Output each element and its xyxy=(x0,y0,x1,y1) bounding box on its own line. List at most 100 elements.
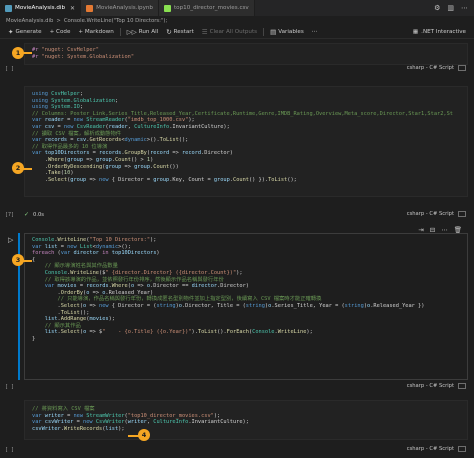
cell-language[interactable]: csharp - C# Script xyxy=(407,65,454,71)
run-cell-icon[interactable]: ▷ xyxy=(8,236,13,244)
code-line[interactable]: var reader = new StreamReader("imdb_top_… xyxy=(32,117,467,124)
code-line[interactable]: foreach (var director in top10Directors) xyxy=(32,250,467,257)
code-line[interactable]: } xyxy=(32,336,467,343)
code-line[interactable]: #r "nuget: System.Globalization" xyxy=(32,54,467,61)
code-line[interactable]: using CsvHelper; xyxy=(32,91,467,98)
code-token: var xyxy=(32,243,45,250)
code-line[interactable]: .Select(group => new { Director = group.… xyxy=(32,177,467,184)
code-line[interactable]: // 取得該導演的作品，並依照發行年份排序，然後顯示作品名稱與發行年份 xyxy=(32,277,467,284)
cell-language[interactable]: csharp - C# Script xyxy=(407,211,454,217)
close-icon[interactable]: ✕ xyxy=(70,5,75,12)
code-token: group xyxy=(134,163,151,170)
code-token: = xyxy=(89,150,99,157)
code-line[interactable]: var list = new List<dynamic>(); xyxy=(32,244,467,251)
code-token: // 將資料寫入 CSV 檔案 xyxy=(32,406,95,412)
code-token: System.Globalization xyxy=(51,97,115,104)
code-line[interactable]: using System.Globalization; xyxy=(32,98,467,105)
code-token: // 顯示導演姓名與其作品數量 xyxy=(32,263,118,270)
code-line[interactable]: #r "nuget: CsvHelper" xyxy=(32,47,467,54)
code-line[interactable]: .Take(10) xyxy=(32,170,467,177)
code-line[interactable]: // 顯示其作品 xyxy=(32,323,467,330)
code-line[interactable]: var writer = new StreamWriter("top10_dir… xyxy=(32,413,467,420)
code-token: ForEach xyxy=(226,329,249,336)
cell-status-bar: csharp - C# Script xyxy=(407,65,466,71)
split-editor-icon[interactable]: ▥ xyxy=(447,4,454,12)
code-token: csv xyxy=(44,123,55,130)
code-line[interactable]: var csvWriter = new CsvWriter(writer, Cu… xyxy=(32,419,467,426)
clear-outputs-button[interactable]: ☰ Clear All Outputs xyxy=(198,28,261,36)
code-line[interactable]: .ToList(); xyxy=(32,310,467,317)
code-line[interactable]: .Select(o => new { Director = (string)o.… xyxy=(32,303,467,310)
code-line[interactable]: var top10Directors = records.GroupBy(rec… xyxy=(32,150,467,157)
code-line[interactable]: list.AddRange(movies); xyxy=(32,316,467,323)
code-token: director xyxy=(191,283,218,290)
code-line[interactable]: using System.IO; xyxy=(32,104,467,111)
code-line[interactable]: // 取得作品最多的 10 位導演 xyxy=(32,144,467,151)
code-line[interactable]: .Where(group => group.Count() > 1) xyxy=(32,157,467,164)
code-line[interactable]: Console.WriteLine($" {director.Director}… xyxy=(32,270,467,277)
more-actions-icon[interactable]: ⋯ xyxy=(461,4,468,12)
code-line[interactable]: // 讀取 CSV 檔案，解析成動態物件 xyxy=(32,131,467,138)
cell-output-toggle-icon[interactable] xyxy=(458,383,466,389)
code-line[interactable]: // 只能導演，作品名稱與發行年份，轉換成匿名型別物件並加上指定型別，後續寫入 … xyxy=(32,296,467,303)
code-cell-1[interactable]: #r "nuget: CsvHelper" #r "nuget: System.G… xyxy=(24,43,468,65)
cell-output-toggle-icon[interactable] xyxy=(458,446,466,452)
variables-button[interactable]: ▤ Variables xyxy=(266,28,308,36)
generate-button[interactable]: ✦ Generate xyxy=(4,28,46,36)
code-token: = xyxy=(54,123,64,130)
breadcrumb-separator: > xyxy=(56,18,61,24)
code-line[interactable]: // Columns: Poster_Link,Series_Title,Rel… xyxy=(32,111,467,118)
tab-movieanalysis-dib[interactable]: MovieAnalysis.dib ✕ xyxy=(0,0,82,16)
kernel-picker[interactable]: ▦ .NET Interactive xyxy=(413,29,474,35)
code-token: top10Directors xyxy=(111,250,157,257)
code-line[interactable]: .OrderByDescending(group => group.Count(… xyxy=(32,164,467,171)
code-cell-2[interactable]: using CsvHelper; using System.Globalizat… xyxy=(24,86,468,197)
code-line[interactable]: csvWriter.WriteRecords(list); xyxy=(32,426,467,433)
add-code-button[interactable]: + Code xyxy=(46,29,75,35)
annotation-marker-3: 3 xyxy=(12,254,24,266)
code-line[interactable]: var csv = new CsvReader(reader, CultureI… xyxy=(32,124,467,131)
code-line[interactable]: list.Select(o => $" - {o.Title} ({o.Year… xyxy=(32,329,467,336)
code-token: CsvWriter xyxy=(95,419,125,426)
cell-language[interactable]: csharp - C# Script xyxy=(407,446,454,452)
add-markdown-button[interactable]: + Markdown xyxy=(74,29,117,35)
tab-label: MovieAnalysis.dib xyxy=(15,5,66,11)
code-cell-3[interactable]: Console.WriteLine("Top 10 Directors:"); v… xyxy=(24,233,468,380)
code-token: new xyxy=(67,243,80,250)
cell-status-bar: csharp - C# Script xyxy=(407,446,466,452)
code-token: WriteLine xyxy=(277,329,307,336)
code-editor[interactable]: // 將資料寫入 CSV 檔案 var writer = new StreamWr… xyxy=(25,401,467,432)
cell-output-toggle-icon[interactable] xyxy=(458,65,466,71)
cell-language[interactable]: csharp - C# Script xyxy=(407,383,454,389)
code-token: . xyxy=(32,309,61,316)
code-token: group xyxy=(105,163,122,170)
breadcrumb-file[interactable]: MovieAnalysis.dib xyxy=(6,18,53,24)
code-editor[interactable]: Console.WriteLine("Top 10 Directors:"); v… xyxy=(25,234,467,343)
code-editor[interactable]: #r "nuget: CsvHelper" #r "nuget: System.G… xyxy=(25,44,467,60)
code-line[interactable]: var records = csv.GetRecords<dynamic>().… xyxy=(32,137,467,144)
breadcrumb-symbol[interactable]: Console.WriteLine("Top 10 Directors:"); xyxy=(64,18,167,24)
code-line[interactable]: Console.WriteLine("Top 10 Directors:"); xyxy=(32,237,467,244)
code-line[interactable]: // 顯示導演姓名與其作品數量 xyxy=(32,263,467,270)
code-token: new xyxy=(83,419,96,426)
code-cell-4[interactable]: // 將資料寫入 CSV 檔案 var writer = new StreamWr… xyxy=(24,400,468,440)
code-token: . xyxy=(32,289,61,296)
tab-movieanalysis-ipynb[interactable]: MovieAnalysis.ipynb xyxy=(81,0,159,16)
more-toolbar-icon[interactable]: ⋯ xyxy=(308,29,322,35)
annotation-marker-1: 1 xyxy=(12,47,24,59)
cell-output-toggle-icon[interactable] xyxy=(458,211,466,217)
code-token: CsvReader xyxy=(76,123,106,130)
code-token: " - {o.Title} ({o.Year})" xyxy=(102,329,192,336)
code-line[interactable]: // 將資料寫入 CSV 檔案 xyxy=(32,406,467,413)
run-all-button[interactable]: ▷▷ Run All xyxy=(123,28,162,36)
code-token: >(); xyxy=(118,243,131,250)
restart-button[interactable]: ↻ Restart xyxy=(162,28,198,36)
code-editor[interactable]: using CsvHelper; using System.Globalizat… xyxy=(25,87,467,183)
tab-top10-csv[interactable]: top10_director_movies.csv xyxy=(158,0,255,16)
annotation-marker-4: 4 xyxy=(138,429,150,441)
code-token: Where xyxy=(111,283,128,290)
code-line[interactable]: var movies = records.Where(o => o.Direct… xyxy=(32,283,467,290)
code-token: .Director, Title = ( xyxy=(181,302,246,309)
settings-gear-icon[interactable]: ⚙ xyxy=(434,4,440,12)
code-token: List xyxy=(79,243,93,250)
